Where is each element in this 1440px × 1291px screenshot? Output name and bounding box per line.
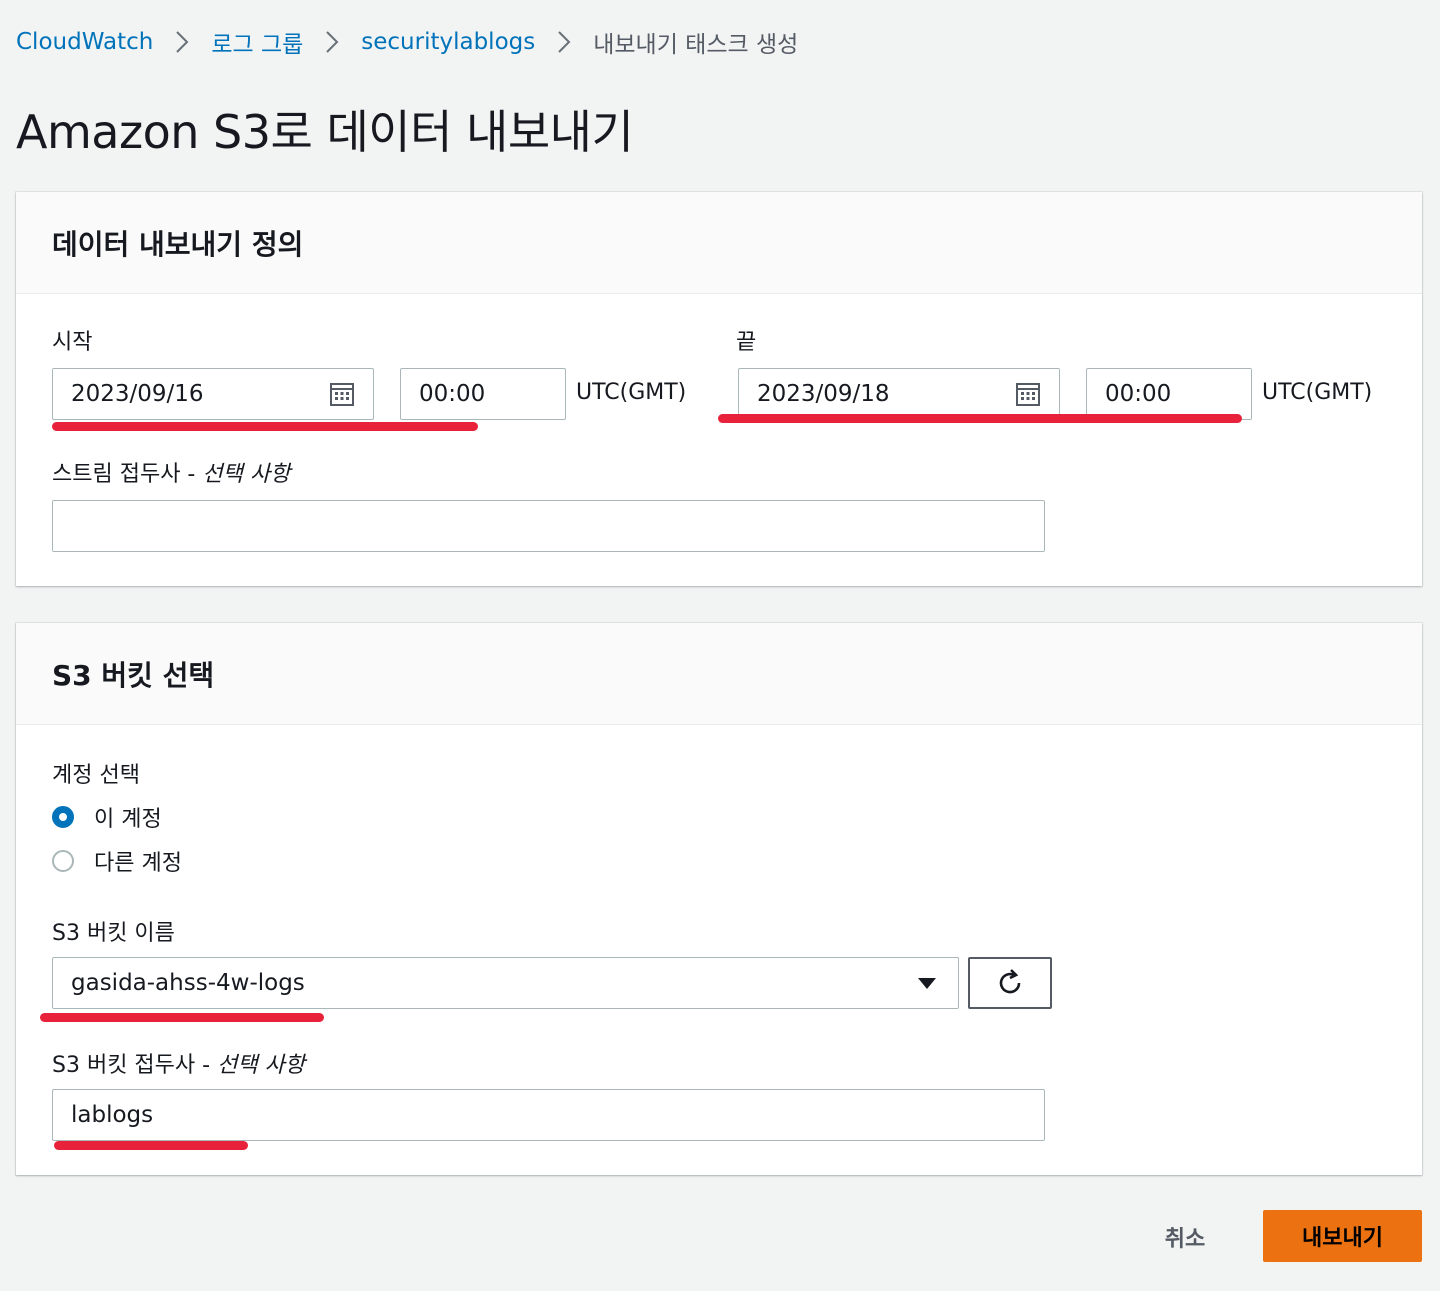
bucket-name-label: S3 버킷 이름: [52, 921, 175, 946]
page-title: Amazon S3로 데이터 내보내기: [16, 105, 634, 159]
s3-bucket-panel: S3 버킷 선택 계정 선택 이 계정 다른 계정 S3 버킷 이름 gasid…: [16, 623, 1422, 1175]
stream-prefix-input[interactable]: [52, 500, 1045, 552]
highlight-underline: [718, 414, 1242, 423]
stream-prefix-label-text: 스트림 접두사 -: [52, 462, 203, 487]
highlight-underline: [54, 1141, 248, 1150]
chevron-right-icon: [175, 30, 189, 54]
bucket-name-value: gasida-ahss-4w-logs: [71, 970, 305, 996]
start-timezone: UTC(GMT): [576, 380, 687, 405]
cancel-button[interactable]: 취소: [1140, 1212, 1230, 1262]
start-time-input[interactable]: 00:00: [400, 368, 566, 420]
panel-header: S3 버킷 선택: [16, 623, 1422, 725]
calendar-icon[interactable]: [1015, 381, 1041, 407]
bucket-prefix-label-text: S3 버킷 접두사 -: [52, 1053, 218, 1078]
caret-down-icon: [918, 977, 936, 989]
breadcrumb-log-group-link[interactable]: securitylablogs: [361, 29, 535, 55]
breadcrumb-current: 내보내기 태스크 생성: [593, 32, 799, 58]
account-select-label: 계정 선택: [52, 763, 140, 788]
end-timezone: UTC(GMT): [1262, 380, 1373, 405]
start-date-value: 2023/09/16: [71, 381, 204, 407]
export-button[interactable]: 내보내기: [1263, 1210, 1422, 1262]
radio-label: 다른 계정: [94, 851, 182, 876]
stream-prefix-label: 스트림 접두사 - 선택 사항: [52, 456, 290, 488]
chevron-right-icon: [325, 30, 339, 54]
optional-text: 선택 사항: [202, 462, 291, 487]
radio-checked-icon[interactable]: [52, 806, 74, 828]
breadcrumb-cloudwatch-link[interactable]: CloudWatch: [16, 29, 153, 55]
start-date-input[interactable]: 2023/09/16: [52, 368, 374, 420]
panel-title: S3 버킷 선택: [52, 658, 215, 692]
bucket-prefix-value: lablogs: [71, 1102, 154, 1128]
bucket-name-select[interactable]: gasida-ahss-4w-logs: [52, 957, 959, 1009]
start-time-value: 00:00: [419, 381, 486, 407]
breadcrumb: CloudWatch 로그 그룹 securitylablogs 내보내기 태스…: [16, 22, 798, 62]
end-date-input[interactable]: 2023/09/18: [738, 368, 1060, 420]
end-time-value: 00:00: [1105, 381, 1172, 407]
highlight-underline: [40, 1013, 324, 1022]
start-label: 시작: [52, 330, 93, 355]
end-label: 끝: [736, 330, 757, 355]
refresh-button[interactable]: [968, 957, 1052, 1009]
bucket-prefix-label: S3 버킷 접두사 - 선택 사항: [52, 1047, 305, 1079]
chevron-right-icon: [557, 30, 571, 54]
panel-header: 데이터 내보내기 정의: [16, 192, 1422, 294]
panel-title: 데이터 내보내기 정의: [52, 227, 304, 261]
bucket-prefix-input[interactable]: lablogs: [52, 1089, 1045, 1141]
highlight-underline: [52, 422, 478, 431]
define-export-panel: 데이터 내보내기 정의 시작 2023/09/16 00:00 UTC(GMT)…: [16, 192, 1422, 586]
radio-this-account[interactable]: 이 계정: [52, 801, 162, 833]
refresh-icon: [999, 969, 1021, 994]
end-time-input[interactable]: 00:00: [1086, 368, 1252, 420]
optional-text: 선택 사항: [217, 1053, 306, 1078]
radio-label: 이 계정: [94, 807, 162, 832]
radio-other-account[interactable]: 다른 계정: [52, 845, 182, 877]
breadcrumb-log-groups-link[interactable]: 로그 그룹: [211, 25, 303, 59]
end-date-value: 2023/09/18: [757, 381, 890, 407]
radio-unchecked-icon[interactable]: [52, 850, 74, 872]
calendar-icon[interactable]: [329, 381, 355, 407]
